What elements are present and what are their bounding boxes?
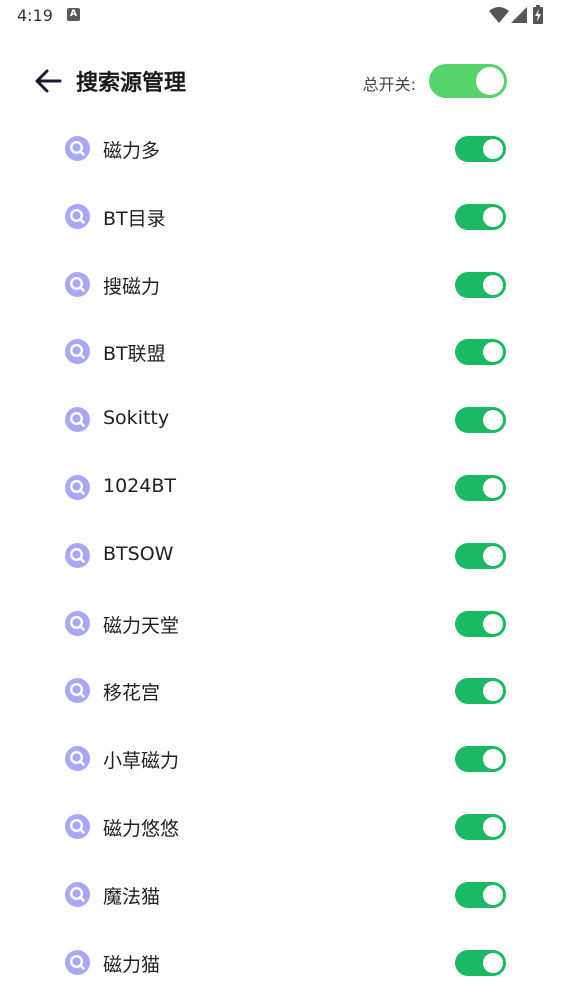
source-label: 磁力悠悠 bbox=[103, 817, 180, 840]
toggle-knob bbox=[483, 342, 503, 363]
source-label: BTSOW bbox=[103, 542, 174, 565]
toggle-knob bbox=[483, 884, 503, 905]
source-label: 磁力多 bbox=[103, 140, 161, 162]
master-switch-toggle[interactable] bbox=[429, 64, 507, 98]
search-source-icon bbox=[65, 407, 90, 433]
source-toggle[interactable] bbox=[455, 949, 506, 976]
source-row: 魔法猫 bbox=[0, 860, 565, 928]
toggle-knob bbox=[483, 681, 503, 702]
source-label: 搜磁力 bbox=[103, 275, 161, 298]
source-label: Sokitty bbox=[103, 407, 170, 430]
source-label: BT目录 bbox=[103, 207, 166, 230]
source-row: 移花宫 bbox=[0, 656, 565, 724]
battery-charging-icon bbox=[533, 5, 543, 24]
search-source-icon bbox=[65, 136, 90, 161]
toggle-knob bbox=[483, 206, 503, 227]
toggle-knob bbox=[483, 816, 503, 837]
search-source-icon bbox=[65, 203, 90, 229]
source-toggle[interactable] bbox=[455, 203, 506, 230]
toggle-knob bbox=[476, 67, 504, 95]
source-toggle[interactable] bbox=[455, 136, 506, 162]
toggle-knob bbox=[483, 749, 503, 770]
toggle-knob bbox=[483, 410, 503, 431]
search-source-icon bbox=[65, 949, 90, 975]
source-label: 磁力天堂 bbox=[103, 614, 180, 637]
source-row: 磁力猫 bbox=[0, 928, 565, 996]
page-title: 搜索源管理 bbox=[76, 71, 187, 96]
app-header: 搜索源管理 总开关: bbox=[0, 52, 565, 110]
source-toggle[interactable] bbox=[455, 407, 506, 434]
search-source-icon bbox=[65, 474, 90, 500]
source-toggle[interactable] bbox=[455, 474, 506, 501]
source-row: BT目录 bbox=[0, 182, 565, 250]
source-row: 小草磁力 bbox=[0, 724, 565, 792]
source-label: 1024BT bbox=[103, 474, 176, 497]
source-label: 磁力猫 bbox=[103, 953, 161, 976]
source-row: 1024BT bbox=[0, 453, 565, 521]
source-row: BTSOW bbox=[0, 521, 565, 589]
source-toggle[interactable] bbox=[455, 881, 506, 908]
toggle-knob bbox=[483, 952, 503, 973]
source-toggle[interactable] bbox=[455, 813, 506, 840]
source-list: 磁力多 BT目录 搜磁力 BT联盟 Sokitty 1024BT BTSOW 磁… bbox=[0, 114, 565, 995]
source-label: 移花宫 bbox=[103, 682, 161, 705]
source-row: 搜磁力 bbox=[0, 250, 565, 318]
source-row: 磁力悠悠 bbox=[0, 792, 565, 860]
source-toggle[interactable] bbox=[455, 678, 506, 705]
source-row: 磁力天堂 bbox=[0, 589, 565, 657]
toggle-knob bbox=[483, 477, 503, 498]
source-toggle[interactable] bbox=[455, 610, 506, 637]
notification-icon: A bbox=[67, 8, 80, 21]
status-time: 4:19 bbox=[17, 6, 53, 25]
status-bar: 4:19 A bbox=[0, 0, 565, 32]
back-button[interactable] bbox=[30, 64, 66, 98]
toggle-knob bbox=[483, 613, 503, 634]
toggle-knob bbox=[483, 545, 503, 566]
search-source-icon bbox=[65, 813, 90, 839]
source-row: Sokitty bbox=[0, 385, 565, 453]
source-row: BT联盟 bbox=[0, 317, 565, 385]
search-source-icon bbox=[65, 881, 90, 907]
signal-icon bbox=[511, 7, 527, 23]
source-toggle[interactable] bbox=[455, 271, 506, 298]
source-toggle[interactable] bbox=[455, 746, 506, 773]
search-source-icon bbox=[65, 542, 90, 568]
master-switch-label: 总开关: bbox=[362, 75, 416, 94]
toggle-knob bbox=[483, 274, 503, 295]
search-source-icon bbox=[65, 610, 90, 636]
status-icons bbox=[489, 5, 549, 24]
search-source-icon bbox=[65, 678, 90, 704]
source-toggle[interactable] bbox=[455, 542, 506, 569]
source-label: BT联盟 bbox=[103, 343, 166, 366]
search-source-icon bbox=[65, 746, 90, 772]
arrow-left-icon bbox=[35, 69, 62, 93]
source-toggle[interactable] bbox=[455, 339, 506, 366]
wifi-icon bbox=[489, 7, 509, 23]
source-label: 小草磁力 bbox=[103, 750, 180, 773]
source-label: 魔法猫 bbox=[103, 885, 161, 908]
toggle-knob bbox=[483, 139, 503, 159]
source-row: 磁力多 bbox=[0, 114, 565, 182]
search-source-icon bbox=[65, 271, 90, 297]
search-source-icon bbox=[65, 339, 90, 365]
